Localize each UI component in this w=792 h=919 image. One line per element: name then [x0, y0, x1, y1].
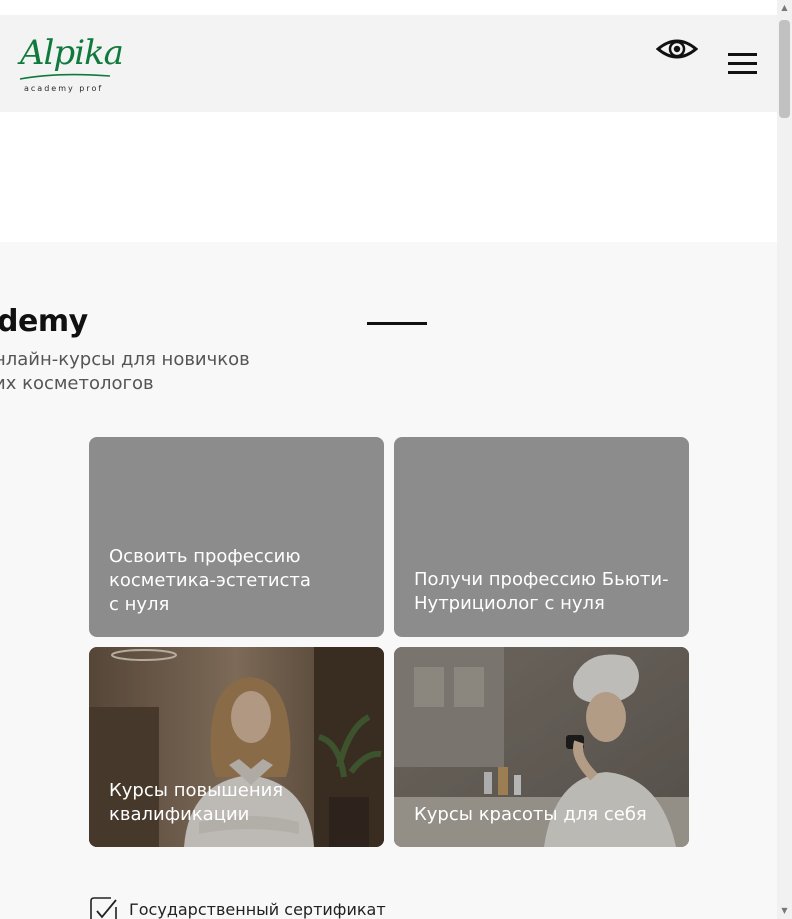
alpika-logo[interactable]: Alpika academy prof [18, 33, 124, 95]
course-card-title: Курсы повышения квалификации [109, 780, 284, 825]
checkbox-check-icon [90, 897, 117, 919]
scrollbar[interactable] [777, 0, 792, 919]
scrollbar-thumb[interactable] [779, 20, 790, 118]
logo-wordmark: Alpika [20, 33, 124, 73]
hero-title: demy [0, 304, 88, 339]
accessibility-toggle-button[interactable] [655, 35, 699, 63]
logo-tagline: academy prof [24, 84, 104, 93]
course-card-title: Освоить профессию косметика-эстетиста с … [109, 546, 311, 615]
hero-subtitle: нлайн-курсы для новичков их косметологов [0, 348, 274, 396]
hero-subtitle-line: их косметологов [0, 373, 154, 394]
eye-icon [655, 39, 699, 59]
main-section: demy нлайн-курсы для новичков их космето… [0, 242, 777, 919]
course-card-self-care[interactable]: Курсы красоты для себя [394, 647, 689, 847]
course-card-title: Получи профессию Бьюти-Нутрициолог с нул… [414, 569, 669, 614]
site-header: Alpika academy prof [0, 15, 777, 112]
hamburger-menu-icon-bar [728, 71, 757, 74]
scroll-down-icon[interactable]: ▼ [778, 906, 791, 916]
course-card-title: Курсы красоты для себя [414, 804, 647, 825]
feature-label: Государственный сертификат [129, 900, 386, 919]
menu-button[interactable] [728, 53, 758, 77]
hero-divider [367, 322, 427, 325]
page: Alpika academy prof demy нлайн-курсы для… [0, 0, 792, 919]
hamburger-menu-icon-bar [728, 62, 757, 65]
hamburger-menu-icon-bar [728, 53, 757, 56]
course-card-qualification[interactable]: Курсы повышения квалификации [89, 647, 384, 847]
banner-area [0, 112, 777, 242]
logo-underline-swash [19, 73, 111, 80]
hero-subtitle-line: нлайн-курсы для новичков [0, 349, 250, 370]
scroll-up-icon[interactable]: ▲ [778, 3, 791, 13]
course-card-nutritionist[interactable]: Получи профессию Бьюти-Нутрициолог с нул… [394, 437, 689, 637]
course-card-cosmetician[interactable]: Освоить профессию косметика-эстетиста с … [89, 437, 384, 637]
